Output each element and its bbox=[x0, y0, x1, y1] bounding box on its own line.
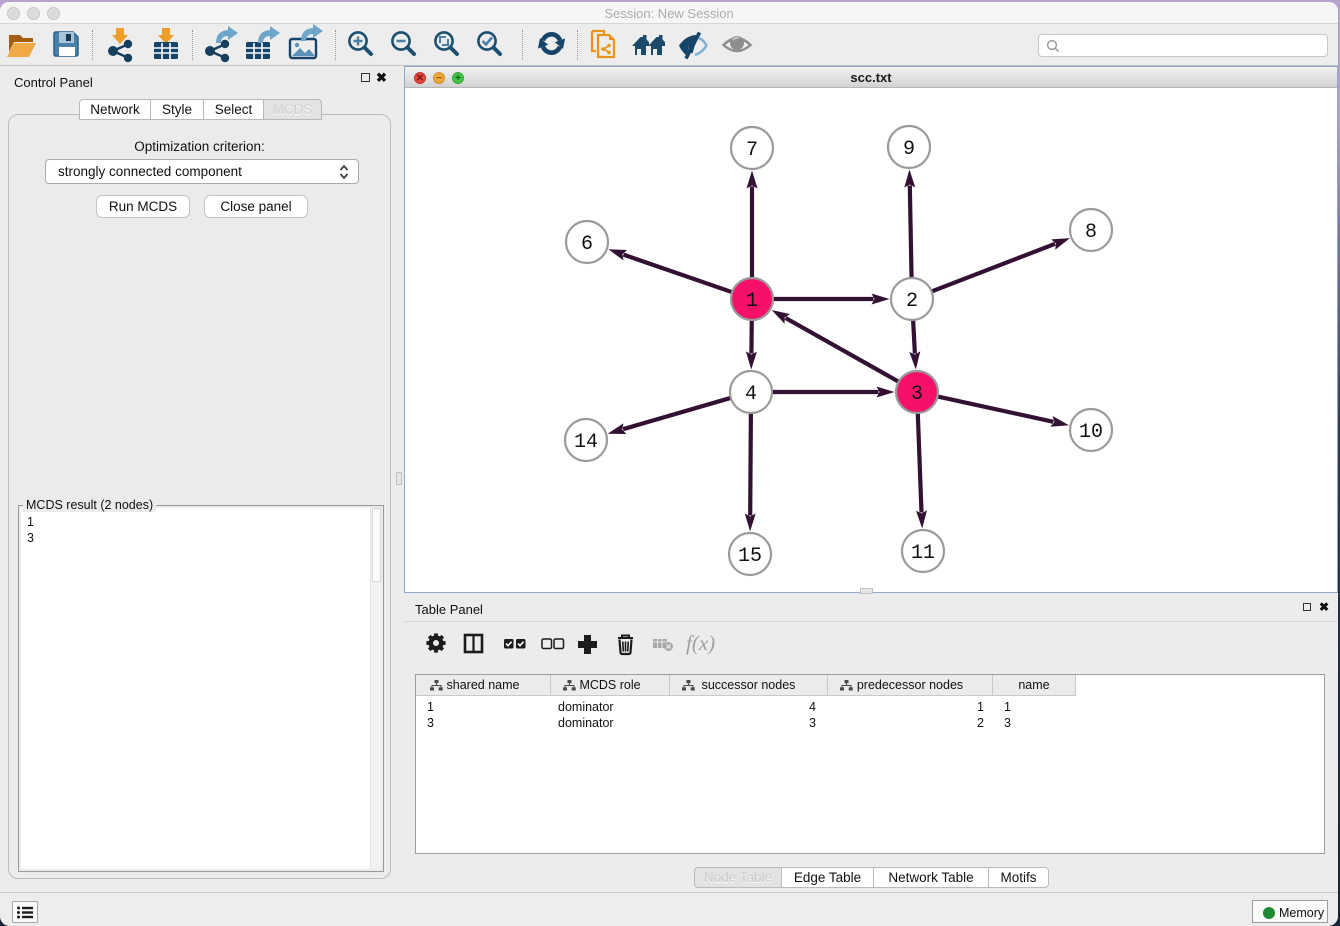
svg-text:7: 7 bbox=[746, 139, 758, 162]
svg-text:10: 10 bbox=[1079, 421, 1103, 444]
svg-text:3: 3 bbox=[911, 383, 923, 406]
svg-text:8: 8 bbox=[1085, 221, 1097, 244]
svg-text:2: 2 bbox=[906, 290, 918, 313]
svg-text:4: 4 bbox=[745, 383, 757, 406]
svg-text:6: 6 bbox=[581, 233, 593, 256]
svg-text:14: 14 bbox=[574, 431, 598, 454]
svg-text:1: 1 bbox=[746, 290, 758, 313]
svg-text:11: 11 bbox=[911, 542, 935, 565]
svg-text:9: 9 bbox=[903, 138, 915, 161]
svg-text:15: 15 bbox=[738, 545, 762, 568]
svg-text:f(x): f(x) bbox=[686, 631, 715, 655]
